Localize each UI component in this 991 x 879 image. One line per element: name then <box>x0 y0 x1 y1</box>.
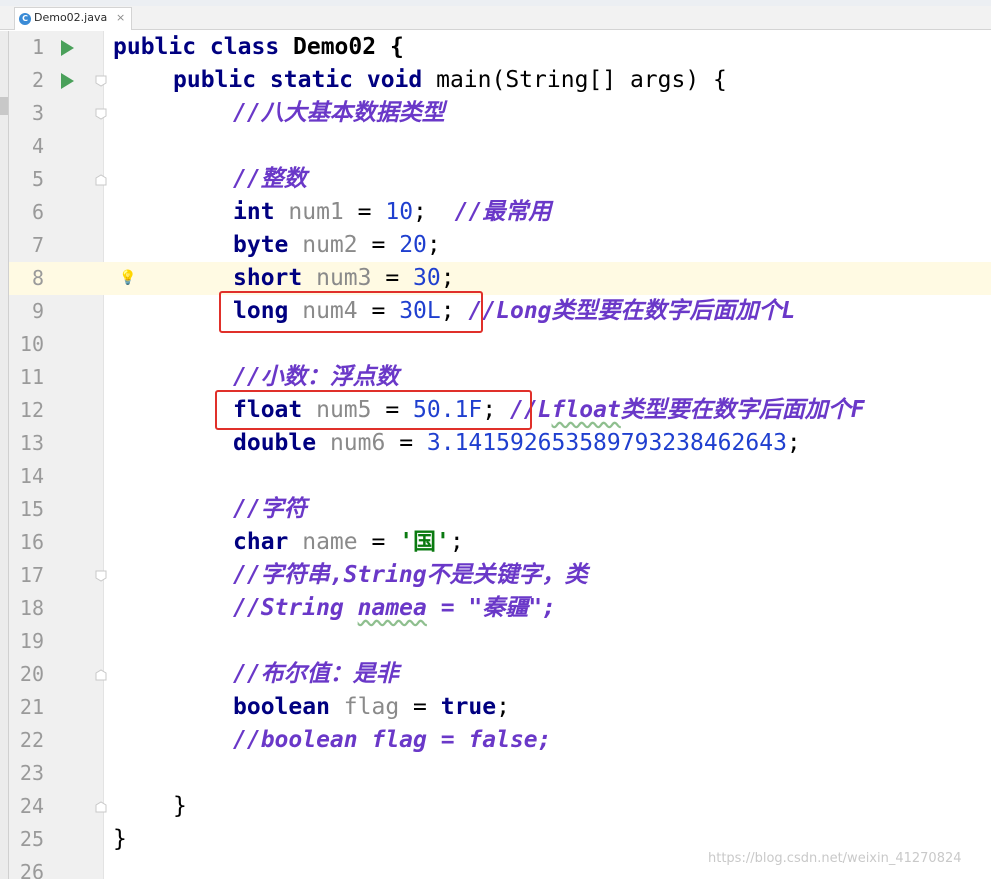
tab-label: Demo02.java <box>34 11 108 24</box>
code-line: 3 //八大基本数据类型 <box>9 97 991 130</box>
code-text: char name = '国'; <box>233 529 464 555</box>
code-text: } <box>173 793 187 819</box>
code-text: boolean flag = true; <box>233 694 510 720</box>
line-number: 7 <box>31 233 44 257</box>
line-number: 14 <box>19 464 44 488</box>
code-text: public static void main(String[] args) { <box>173 67 727 93</box>
code-text: //八大基本数据类型 <box>233 100 445 126</box>
line-number: 12 <box>19 398 44 422</box>
lightbulb-icon[interactable]: 💡 <box>119 268 136 288</box>
code-text: byte num2 = 20; <box>233 232 441 258</box>
code-line: 1 public class Demo02 { <box>9 31 991 64</box>
line-number: 21 <box>19 695 44 719</box>
code-line: 18 //String namea = "秦疆"; <box>9 592 991 625</box>
line-number: 15 <box>19 497 44 521</box>
line-number: 18 <box>19 596 44 620</box>
fold-icon[interactable] <box>95 108 107 120</box>
code-text: //布尔值：是非 <box>233 661 399 687</box>
code-line: 21 boolean flag = true; <box>9 691 991 724</box>
line-number: 9 <box>31 299 44 323</box>
highlight-box-long <box>219 291 483 333</box>
run-icon[interactable] <box>61 40 74 56</box>
code-line: 13 double num6 = 3.141592653589793238462… <box>9 427 991 460</box>
code-text: //字符 <box>233 496 307 522</box>
line-number: 24 <box>19 794 44 818</box>
line-number: 5 <box>31 167 44 191</box>
code-line: 22 //boolean flag = false; <box>9 724 991 757</box>
line-number: 20 <box>19 662 44 686</box>
code-line: 14 <box>9 460 991 493</box>
code-line-current: 8 💡 short num3 = 30; <box>9 262 991 295</box>
code-line: 9 long num4 = 30L; //Long类型要在数字后面加个L <box>9 295 991 328</box>
tab-demo02-java[interactable]: C Demo02.java × <box>14 7 132 30</box>
line-number: 19 <box>19 629 44 653</box>
watermark: https://blog.csdn.net/weixin_41270824 <box>708 851 962 866</box>
code-line: 4 <box>9 130 991 163</box>
code-line: 16 char name = '国'; <box>9 526 991 559</box>
code-text: int num1 = 10; //最常用 <box>233 199 552 225</box>
left-tool-strip <box>0 31 9 879</box>
code-line: 23 <box>9 757 991 790</box>
code-line: 10 <box>9 328 991 361</box>
code-line: 20 //布尔值：是非 <box>9 658 991 691</box>
line-number: 17 <box>19 563 44 587</box>
code-line: 7 byte num2 = 20; <box>9 229 991 262</box>
code-line: 15 //字符 <box>9 493 991 526</box>
code-line: 17 //字符串,String不是关键字，类 <box>9 559 991 592</box>
code-text: } <box>113 826 127 852</box>
fold-icon[interactable] <box>95 570 107 582</box>
line-number: 10 <box>19 332 44 356</box>
line-number: 22 <box>19 728 44 752</box>
line-number: 26 <box>19 860 44 879</box>
run-icon[interactable] <box>61 73 74 89</box>
line-number: 23 <box>19 761 44 785</box>
code-line: 5 //整数 <box>9 163 991 196</box>
line-number: 25 <box>19 827 44 851</box>
code-text: //字符串,String不是关键字，类 <box>233 562 588 588</box>
line-number: 8 <box>31 266 44 290</box>
close-icon[interactable]: × <box>116 11 125 24</box>
code-text: //整数 <box>233 166 307 192</box>
fold-end-icon[interactable] <box>95 174 107 186</box>
line-number: 11 <box>19 365 44 389</box>
line-number: 2 <box>31 68 44 92</box>
code-line: 24 } <box>9 790 991 823</box>
editor-tab-bar: C Demo02.java × <box>0 6 991 30</box>
tool-window-marker <box>0 97 8 115</box>
highlight-box-float <box>215 390 532 430</box>
fold-icon[interactable] <box>95 75 107 87</box>
line-number: 16 <box>19 530 44 554</box>
line-number: 6 <box>31 200 44 224</box>
code-line: 2 public static void main(String[] args)… <box>9 64 991 97</box>
code-text: //boolean flag = false; <box>233 727 552 753</box>
code-line: 6 int num1 = 10; //最常用 <box>9 196 991 229</box>
fold-end-icon[interactable] <box>95 669 107 681</box>
code-text: //String namea = "秦疆"; <box>233 595 556 621</box>
line-number: 1 <box>31 35 44 59</box>
code-text: double num6 = 3.141592653589793238462643… <box>233 430 801 456</box>
code-text: public class Demo02 { <box>113 34 404 60</box>
line-number: 4 <box>31 134 44 158</box>
line-number: 3 <box>31 101 44 125</box>
fold-end-icon[interactable] <box>95 801 107 813</box>
java-class-icon: C <box>19 13 31 25</box>
code-line: 19 <box>9 625 991 658</box>
line-number: 13 <box>19 431 44 455</box>
